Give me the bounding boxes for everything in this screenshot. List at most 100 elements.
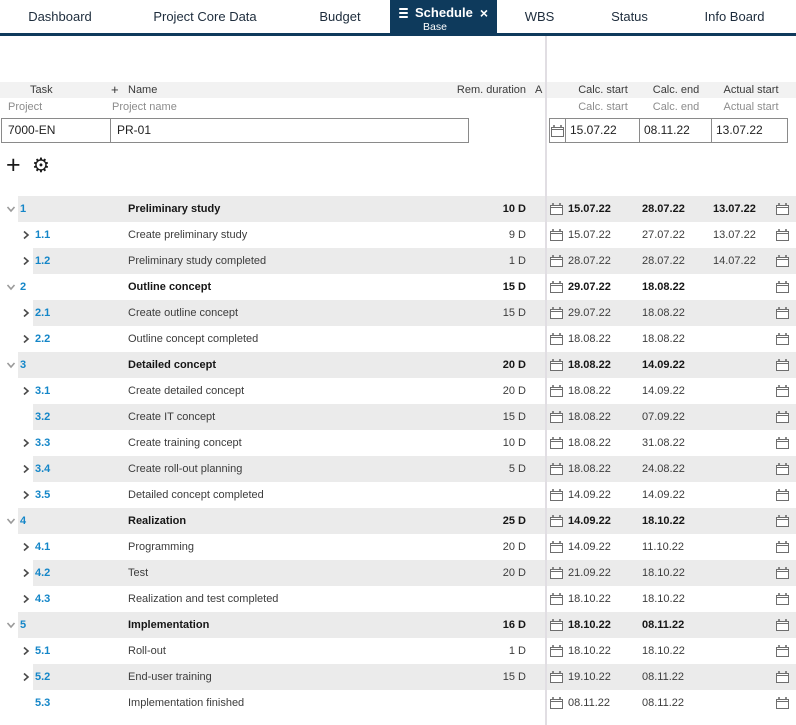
task-duration[interactable]: 20 D <box>503 534 526 560</box>
calc-start-value[interactable]: 21.09.22 <box>568 560 611 586</box>
chevron-right-icon[interactable] <box>21 672 31 682</box>
calc-start-value[interactable]: 19.10.22 <box>568 664 611 690</box>
task-name[interactable]: Preliminary study completed <box>128 248 266 274</box>
calendar-icon[interactable] <box>550 645 563 660</box>
calc-end-value[interactable]: 27.07.22 <box>642 222 685 248</box>
actual-start-value[interactable]: 13.07.22 <box>713 222 756 248</box>
calendar-icon[interactable] <box>550 307 563 322</box>
column-header-calc-start[interactable]: Calc. start <box>566 82 640 98</box>
task-name[interactable]: Create outline concept <box>128 300 238 326</box>
calendar-icon[interactable] <box>776 255 789 270</box>
calc-end-value[interactable]: 08.11.22 <box>642 612 684 638</box>
task-name[interactable]: Create training concept <box>128 430 242 456</box>
add-task-button[interactable]: + <box>6 152 21 178</box>
calendar-icon[interactable] <box>776 229 789 244</box>
calendar-icon[interactable] <box>550 437 563 452</box>
task-number[interactable]: 3 <box>18 352 26 378</box>
task-duration[interactable]: 10 D <box>503 430 526 456</box>
calc-end-value[interactable]: 11.10.22 <box>642 534 684 560</box>
chevron-right-icon[interactable] <box>21 568 31 578</box>
task-dates-row[interactable]: 28.07.22 28.07.22 14.07.22 <box>547 248 796 274</box>
column-header-calc-end[interactable]: Calc. end <box>640 82 712 98</box>
calendar-icon[interactable] <box>550 541 563 556</box>
calendar-icon[interactable] <box>776 333 789 348</box>
chevron-down-icon[interactable] <box>6 620 16 630</box>
close-icon[interactable]: × <box>480 6 488 20</box>
task-name[interactable]: Programming <box>128 534 194 560</box>
calc-end-value[interactable]: 18.10.22 <box>642 586 685 612</box>
task-row[interactable]: 5.1 Roll-out 1 D <box>0 638 545 664</box>
column-header-task[interactable]: Task <box>30 82 53 98</box>
task-dates-row[interactable]: 18.10.22 18.10.22 <box>547 586 796 612</box>
calc-end-value[interactable]: 18.08.22 <box>642 300 685 326</box>
calendar-icon[interactable] <box>776 281 789 296</box>
task-name[interactable]: Create roll-out planning <box>128 456 242 482</box>
task-name[interactable]: Implementation finished <box>128 690 244 716</box>
task-name[interactable]: Roll-out <box>128 638 166 664</box>
calc-end-value[interactable]: 14.09.22 <box>642 482 685 508</box>
calendar-icon[interactable] <box>776 515 789 530</box>
calc-start-value[interactable]: 28.07.22 <box>568 248 611 274</box>
task-number[interactable]: 3.2 <box>33 404 50 430</box>
task-dates-row[interactable]: 15.07.22 27.07.22 13.07.22 <box>547 222 796 248</box>
calendar-icon[interactable] <box>550 229 563 244</box>
task-duration[interactable]: 20 D <box>503 560 526 586</box>
calc-end-value[interactable]: 18.08.22 <box>642 326 685 352</box>
task-name[interactable]: Test <box>128 560 148 586</box>
task-name[interactable]: Create detailed concept <box>128 378 244 404</box>
chevron-right-icon[interactable] <box>21 334 31 344</box>
menu-icon[interactable] <box>399 7 409 18</box>
task-duration[interactable]: 15 D <box>503 404 526 430</box>
calc-start-value[interactable]: 14.09.22 <box>568 482 611 508</box>
task-number[interactable]: 4.3 <box>33 586 50 612</box>
task-number[interactable]: 3.5 <box>33 482 50 508</box>
chevron-right-icon[interactable] <box>21 490 31 500</box>
calendar-icon[interactable] <box>776 437 789 452</box>
task-number[interactable]: 4.1 <box>33 534 50 560</box>
chevron-down-icon[interactable] <box>6 516 16 526</box>
task-number[interactable]: 5.1 <box>33 638 50 664</box>
calendar-icon[interactable] <box>549 118 566 143</box>
calc-start-value[interactable]: 18.08.22 <box>568 352 611 378</box>
calendar-icon[interactable] <box>776 463 789 478</box>
calc-end-value[interactable]: 28.07.22 <box>642 248 685 274</box>
calendar-icon[interactable] <box>776 411 789 426</box>
chevron-right-icon[interactable] <box>21 386 31 396</box>
chevron-down-icon[interactable] <box>6 360 16 370</box>
calc-start-value[interactable]: 18.08.22 <box>568 456 611 482</box>
task-name[interactable]: Realization <box>128 508 186 534</box>
calendar-icon[interactable] <box>776 385 789 400</box>
chevron-right-icon[interactable] <box>21 646 31 656</box>
project-calc-start-field[interactable]: 15.07.22 <box>565 118 640 143</box>
calc-end-value[interactable]: 31.08.22 <box>642 430 685 456</box>
task-dates-row[interactable]: 18.08.22 07.09.22 <box>547 404 796 430</box>
task-name[interactable]: Outline concept completed <box>128 326 258 352</box>
calc-start-value[interactable]: 14.09.22 <box>568 508 611 534</box>
calendar-icon[interactable] <box>550 463 563 478</box>
task-row[interactable]: 2.1 Create outline concept 15 D <box>0 300 545 326</box>
task-dates-row[interactable]: 18.08.22 14.09.22 <box>547 352 796 378</box>
calc-start-value[interactable]: 18.10.22 <box>568 586 611 612</box>
calc-start-value[interactable]: 08.11.22 <box>568 690 610 716</box>
task-duration[interactable]: 9 D <box>509 222 526 248</box>
task-number[interactable]: 4 <box>18 508 26 534</box>
calendar-icon[interactable] <box>776 697 789 712</box>
calendar-icon[interactable] <box>776 567 789 582</box>
task-name[interactable]: Preliminary study <box>128 196 220 222</box>
calendar-icon[interactable] <box>550 359 563 374</box>
task-name[interactable]: Detailed concept <box>128 352 216 378</box>
task-dates-row[interactable]: 18.10.22 18.10.22 <box>547 638 796 664</box>
task-row[interactable]: 4 Realization 25 D <box>0 508 545 534</box>
calendar-icon[interactable] <box>776 203 789 218</box>
task-name[interactable]: Realization and test completed <box>128 586 278 612</box>
task-dates-row[interactable]: 18.08.22 24.08.22 <box>547 456 796 482</box>
calc-end-value[interactable]: 28.07.22 <box>642 196 685 222</box>
calc-start-value[interactable]: 29.07.22 <box>568 300 611 326</box>
task-number[interactable]: 1.1 <box>33 222 50 248</box>
calendar-icon[interactable] <box>550 619 563 634</box>
task-dates-row[interactable]: 14.09.22 18.10.22 <box>547 508 796 534</box>
calc-end-value[interactable]: 14.09.22 <box>642 378 685 404</box>
task-row[interactable]: 3.1 Create detailed concept 20 D <box>0 378 545 404</box>
column-header-actual-start[interactable]: Actual start <box>712 82 790 98</box>
task-row[interactable]: 2.2 Outline concept completed <box>0 326 545 352</box>
